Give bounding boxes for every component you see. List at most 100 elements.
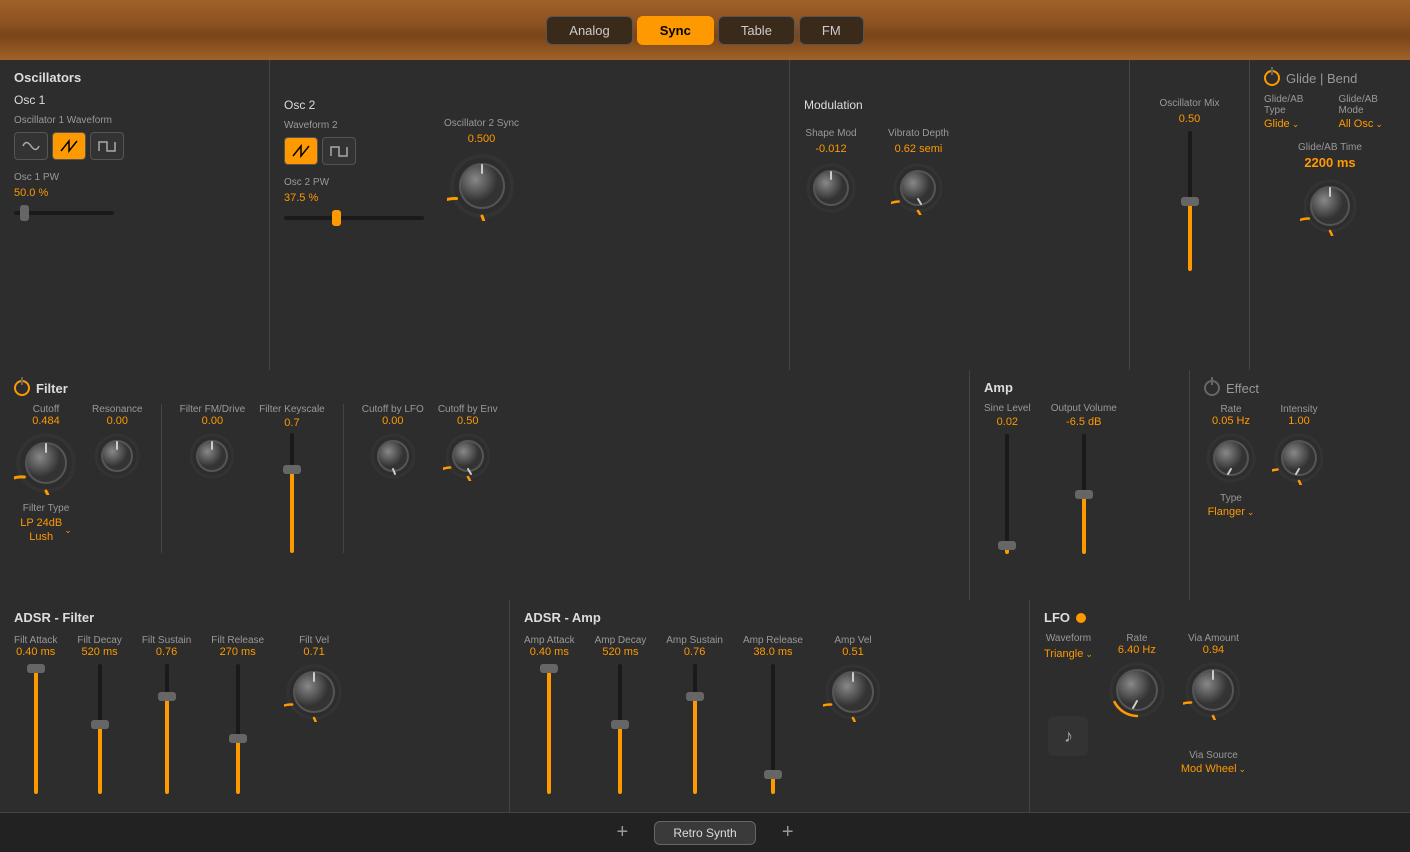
amp-decay-slider[interactable] (618, 664, 622, 794)
cutoff-lfo-knob[interactable] (368, 431, 418, 481)
filter-panel: Filter Cutoff 0.484 (0, 370, 970, 600)
amp-decay-label: Amp Decay (595, 635, 647, 646)
amp-attack-section: Amp Attack 0.40 ms (524, 635, 575, 794)
shape-mod-knob[interactable] (804, 161, 858, 215)
main-content: Oscillators Osc 1 Oscillator 1 Waveform (0, 60, 1410, 812)
osc1-pw-label: Osc 1 PW (14, 172, 124, 183)
tab-fm[interactable]: FM (799, 16, 864, 45)
glide-mode-label: Glide/AB Mode (1339, 94, 1397, 116)
filt-release-slider[interactable] (236, 664, 240, 794)
keyscale-value: 0.7 (284, 417, 299, 429)
fm-label: Filter FM/Drive (180, 404, 246, 415)
osc1-label: Osc 1 (14, 93, 124, 107)
effect-type-select[interactable]: Flanger ⌄ (1208, 506, 1255, 518)
oscillators-title: Oscillators (14, 70, 255, 85)
lfo-via-source-label: Via Source (1189, 750, 1238, 761)
sine-level-label: Sine Level (984, 403, 1031, 414)
chevron-lfo-wave-icon: ⌄ (1085, 649, 1093, 660)
add-left-button[interactable]: + (610, 821, 634, 845)
amp-vel-knob[interactable] (823, 662, 883, 722)
row1: Oscillators Osc 1 Oscillator 1 Waveform (0, 60, 1410, 370)
filter-type-select[interactable]: LP 24dBLush ⌄ (20, 516, 72, 545)
shape-mod-value: -0.012 (815, 143, 846, 155)
osc2-pw-slider[interactable] (284, 210, 424, 226)
lfo-waveform-select[interactable]: Triangle ⌄ (1044, 648, 1093, 660)
keyscale-slider[interactable] (290, 433, 294, 553)
resonance-value: 0.00 (107, 415, 128, 427)
filt-vel-label: Filt Vel (299, 635, 329, 646)
cutoff-env-value: 0.50 (457, 415, 478, 427)
wave-btn-square[interactable] (90, 132, 124, 160)
sine-level-slider[interactable] (1005, 434, 1009, 554)
glide-time-knob[interactable] (1300, 176, 1360, 236)
amp-vel-section: Amp Vel 0.51 (823, 635, 883, 722)
vibrato-knob[interactable] (891, 161, 945, 215)
lfo-rate-value: 6.40 Hz (1118, 644, 1156, 656)
filter-power-icon[interactable] (14, 380, 30, 396)
glide-power-icon[interactable] (1264, 70, 1280, 86)
cutoff-env-knob[interactable] (443, 431, 493, 481)
cutoff-knob[interactable] (14, 431, 78, 495)
lfo-title: LFO (1044, 610, 1070, 625)
effect-panel: .power-icon::after{background:#666;} Eff… (1190, 370, 1410, 600)
filt-attack-value: 0.40 ms (16, 646, 55, 658)
filter-header: Filter (14, 380, 955, 396)
mod-label: Modulation (804, 98, 1115, 112)
glide-mode-select[interactable]: All Osc ⌄ (1339, 118, 1397, 130)
output-vol-slider[interactable] (1082, 434, 1086, 554)
glide-time-value: 2200 ms (1304, 155, 1355, 170)
sine-level-value: 0.02 (997, 416, 1018, 428)
tab-sync[interactable]: Sync (637, 16, 714, 45)
osc1-pw-slider[interactable] (14, 205, 114, 221)
filt-release-section: Filt Release 270 ms (211, 635, 264, 794)
row3: ADSR - Filter Filt Attack 0.40 ms Filt D… (0, 600, 1410, 812)
cutoff-section: Cutoff 0.484 Filter Type LP 24dBLu (14, 404, 78, 545)
osc2-panel: Osc 2 Waveform 2 Osc 2 PW 37.5 % (270, 60, 790, 370)
lfo-via-source-select[interactable]: Mod Wheel ⌄ (1181, 763, 1246, 775)
cutoff-lfo-section: Cutoff by LFO 0.00 (362, 404, 424, 481)
adsr-amp-title: ADSR - Amp (524, 610, 1015, 625)
effect-intensity-label: Intensity (1280, 404, 1317, 415)
filt-vel-section: Filt Vel 0.71 (284, 635, 344, 722)
filt-decay-section: Filt Decay 520 ms (77, 635, 121, 794)
filt-sustain-slider[interactable] (165, 664, 169, 794)
add-right-button[interactable]: + (776, 821, 800, 845)
wave-btn-sawtooth[interactable] (52, 132, 86, 160)
amp-release-slider[interactable] (771, 664, 775, 794)
output-vol-value: -6.5 dB (1066, 416, 1101, 428)
effect-rate-knob[interactable] (1204, 431, 1258, 485)
tab-table[interactable]: Table (718, 16, 795, 45)
wave-btn-sine[interactable] (14, 132, 48, 160)
osc-mix-slider[interactable] (1144, 131, 1235, 271)
preset-button[interactable]: Retro Synth (654, 821, 755, 845)
filt-attack-slider[interactable] (34, 664, 38, 794)
cutoff-lfo-label: Cutoff by LFO (362, 404, 424, 415)
lfo-rate-knob[interactable] (1107, 660, 1167, 720)
osc2-pw-label: Osc 2 PW (284, 177, 424, 188)
glide-type-select[interactable]: Glide ⌄ (1264, 118, 1319, 130)
fm-value: 0.00 (202, 415, 223, 427)
fm-knob[interactable] (187, 431, 237, 481)
osc2-sync-knob[interactable] (447, 151, 517, 221)
shape-mod-label: Shape Mod (805, 128, 856, 139)
filt-decay-slider[interactable] (98, 664, 102, 794)
amp-sustain-slider[interactable] (693, 664, 697, 794)
keyscale-section: Filter Keyscale 0.7 (259, 404, 325, 553)
filt-vel-knob[interactable] (284, 662, 344, 722)
effect-intensity-section: Intensity 1.00 (1272, 404, 1326, 485)
amp-attack-slider[interactable] (547, 664, 551, 794)
tab-analog[interactable]: Analog (546, 16, 632, 45)
resonance-knob[interactable] (92, 431, 142, 481)
effect-intensity-knob[interactable] (1272, 431, 1326, 485)
filt-decay-value: 520 ms (82, 646, 118, 658)
cutoff-env-label: Cutoff by Env (438, 404, 498, 415)
osc2-wave-btn-square[interactable] (322, 137, 356, 165)
lfo-via-amount-knob[interactable] (1183, 660, 1243, 720)
osc2-wave-btn-saw[interactable] (284, 137, 318, 165)
filt-sustain-section: Filt Sustain 0.76 (142, 635, 191, 794)
glide-time-section: Glide/AB Time 2200 ms (1264, 142, 1396, 236)
lfo-note-icon[interactable]: ♪ (1048, 716, 1088, 756)
chevron-down-icon: ⌄ (1292, 119, 1300, 130)
lfo-via-amount-value: 0.94 (1203, 644, 1224, 656)
effect-power-icon[interactable]: .power-icon::after{background:#666;} (1204, 380, 1220, 396)
